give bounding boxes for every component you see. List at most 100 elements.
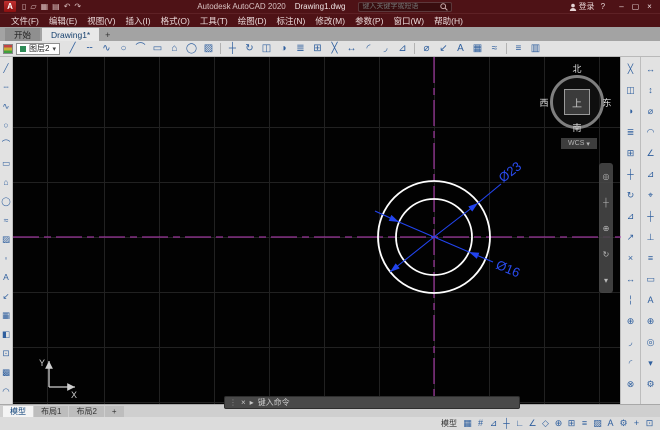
mirror-tool-icon[interactable]: ◑ — [275, 42, 292, 56]
lineweight-icon[interactable]: ≡ — [578, 417, 591, 430]
wcs-dropdown[interactable]: WCS ▾ — [561, 138, 597, 149]
circle-tool-icon[interactable]: ○ — [3, 116, 8, 135]
drag-grip-icon[interactable]: ⋮ — [229, 398, 237, 407]
match-properties-icon[interactable]: ▥ — [527, 42, 544, 56]
compass-west[interactable]: 西 — [534, 96, 554, 109]
transparency-icon[interactable]: ▨ — [591, 417, 604, 430]
annotation-monitor-icon[interactable]: + — [630, 417, 643, 430]
expand-icon[interactable]: ▸ — [250, 398, 254, 407]
save-file-icon[interactable]: ▦ — [41, 1, 49, 12]
stretch-tool-icon[interactable]: ↗ — [627, 227, 635, 248]
text-tool-icon[interactable]: A — [452, 42, 469, 56]
extend-tool-icon[interactable]: ↔ — [626, 269, 635, 290]
table-tool-icon[interactable]: ▦ — [469, 42, 486, 56]
tab-layout2[interactable]: 布局2 — [69, 406, 103, 417]
minimize-button[interactable]: – — [615, 1, 628, 12]
tolerance-icon[interactable]: ⊥ — [647, 227, 655, 248]
properties-icon[interactable]: ≡ — [510, 42, 527, 56]
erase-tool-icon[interactable]: ╳ — [628, 59, 633, 80]
copy-tool-icon[interactable]: ◫ — [626, 80, 635, 101]
annotation-visibility-icon[interactable]: A — [604, 417, 617, 430]
diameter-dimension-icon[interactable]: ⌀ — [648, 101, 653, 122]
model-space-indicator[interactable]: 模型 — [441, 418, 457, 429]
aligned-dimension-icon[interactable]: ↕ — [648, 80, 653, 101]
menu-item[interactable]: 文件(F) — [6, 15, 44, 27]
inner-diameter-label[interactable]: Ø16 — [494, 257, 522, 280]
break-tool-icon[interactable]: ╎ — [628, 290, 633, 311]
table-tool-icon[interactable]: ▦ — [2, 306, 10, 325]
menu-item[interactable]: 格式(O) — [156, 15, 195, 27]
polyline-icon[interactable]: ∿ — [98, 42, 115, 56]
object-snap-icon[interactable]: ⊞ — [565, 417, 578, 430]
baseline-dimension-icon[interactable]: ▭ — [646, 269, 655, 290]
rectangle-tool-icon[interactable]: ▭ — [2, 154, 10, 173]
toolbar-separator[interactable] — [220, 43, 221, 54]
arc-length-dimension-icon[interactable]: ◠ — [647, 122, 655, 143]
chamfer-tool-icon[interactable]: ◞ — [377, 42, 394, 56]
object-snap-tracking-icon[interactable]: ⊕ — [552, 417, 565, 430]
redo-icon[interactable]: ↷ — [74, 1, 81, 12]
search-icon[interactable] — [440, 3, 448, 11]
line-tool-icon[interactable]: ╱ — [3, 59, 8, 78]
toolbar-separator[interactable] — [414, 43, 415, 54]
inner-diameter-dim-line[interactable] — [469, 252, 493, 262]
explode-tool-icon[interactable]: ⊗ — [627, 374, 635, 395]
search-input[interactable] — [362, 3, 438, 10]
help-button[interactable]: ? — [598, 2, 608, 11]
center-mark-icon[interactable]: ⌖ — [648, 185, 653, 206]
construction-line-icon[interactable]: ╌ — [3, 78, 8, 97]
fillet-tool-icon[interactable]: ◜ — [629, 353, 633, 374]
chamfer-tool-icon[interactable]: ◞ — [629, 332, 633, 353]
rotate-tool-icon[interactable]: ↻ — [627, 185, 635, 206]
compass-south[interactable]: 南 — [567, 121, 587, 134]
copy-tool-icon[interactable]: ◫ — [258, 42, 275, 56]
region-tool-icon[interactable]: ▩ — [2, 363, 10, 382]
point-tool-icon[interactable]: ◦ — [4, 249, 7, 268]
polygon-tool-icon[interactable]: ⌂ — [166, 42, 183, 56]
multileader-tool-icon[interactable]: ↙ — [2, 287, 9, 306]
outer-diameter-dim-extension[interactable] — [478, 184, 501, 203]
spline-tool-icon[interactable]: ≈ — [4, 211, 9, 230]
layer-dropdown[interactable]: 图层2 ▾ — [16, 43, 60, 55]
toolbar-separator[interactable] — [506, 43, 507, 54]
drawing-canvas[interactable]: Ø23 Ø16 Y X 上 北 西 东 南 WCS ▾ ◎┼⊕↻▾ — [13, 57, 620, 404]
sign-in-button[interactable]: 登录 — [569, 1, 595, 12]
ordinate-dimension-icon[interactable]: ⊿ — [647, 164, 655, 185]
scale-tool-icon[interactable]: ⊿ — [627, 206, 635, 227]
text-tool-icon[interactable]: A — [3, 268, 9, 287]
join-tool-icon[interactable]: ⊕ — [627, 311, 635, 332]
dynamic-input-icon[interactable]: ┼ — [500, 417, 513, 430]
quick-dimension-icon[interactable]: ⊕ — [647, 311, 655, 332]
zoom-icon[interactable]: ⊕ — [603, 224, 610, 233]
polyline-icon[interactable]: ∿ — [2, 97, 9, 116]
polar-tracking-icon[interactable]: ∠ — [526, 417, 539, 430]
tab-drawing1[interactable]: Drawing1* — [42, 28, 99, 41]
menu-item[interactable]: 插入(I) — [121, 15, 156, 27]
menu-item[interactable]: 标注(N) — [272, 15, 311, 27]
arc-tool-icon[interactable]: ⌒ — [132, 42, 149, 56]
rotate-tool-icon[interactable]: ↻ — [241, 42, 258, 56]
tab-model[interactable]: 模型 — [3, 406, 33, 417]
tab-start[interactable]: 开始 — [5, 28, 40, 41]
fillet-tool-icon[interactable]: ◜ — [360, 42, 377, 56]
revision-cloud-icon[interactable]: ◠ — [2, 382, 9, 401]
command-line[interactable]: ⋮ × ▸ 键入命令 — [224, 396, 520, 409]
maximize-button[interactable]: ▢ — [629, 1, 642, 12]
trim-tool-icon[interactable]: × — [628, 248, 633, 269]
inner-diameter-dim-line[interactable] — [375, 211, 399, 222]
scale-tool-icon[interactable]: ⊿ — [394, 42, 411, 56]
outer-diameter-label[interactable]: Ø23 — [496, 158, 525, 185]
menu-item[interactable]: 工具(T) — [195, 15, 233, 27]
undo-icon[interactable]: ↶ — [64, 1, 71, 12]
orbit-icon[interactable]: ↻ — [603, 250, 610, 259]
linear-dimension-icon[interactable]: ↔ — [646, 59, 655, 80]
dimension-style-icon[interactable]: ≡ — [648, 248, 653, 269]
close-button[interactable]: × — [643, 1, 656, 12]
compass-north[interactable]: 北 — [567, 62, 587, 75]
move-tool-icon[interactable]: ┼ — [627, 164, 633, 185]
full-navigation-wheel-icon[interactable]: ◎ — [602, 172, 609, 181]
infer-constraints-icon[interactable]: ⊿ — [487, 417, 500, 430]
ellipse-tool-icon[interactable]: ◯ — [183, 42, 200, 56]
polygon-tool-icon[interactable]: ⌂ — [3, 173, 8, 192]
command-prompt[interactable]: 键入命令 — [258, 397, 290, 408]
